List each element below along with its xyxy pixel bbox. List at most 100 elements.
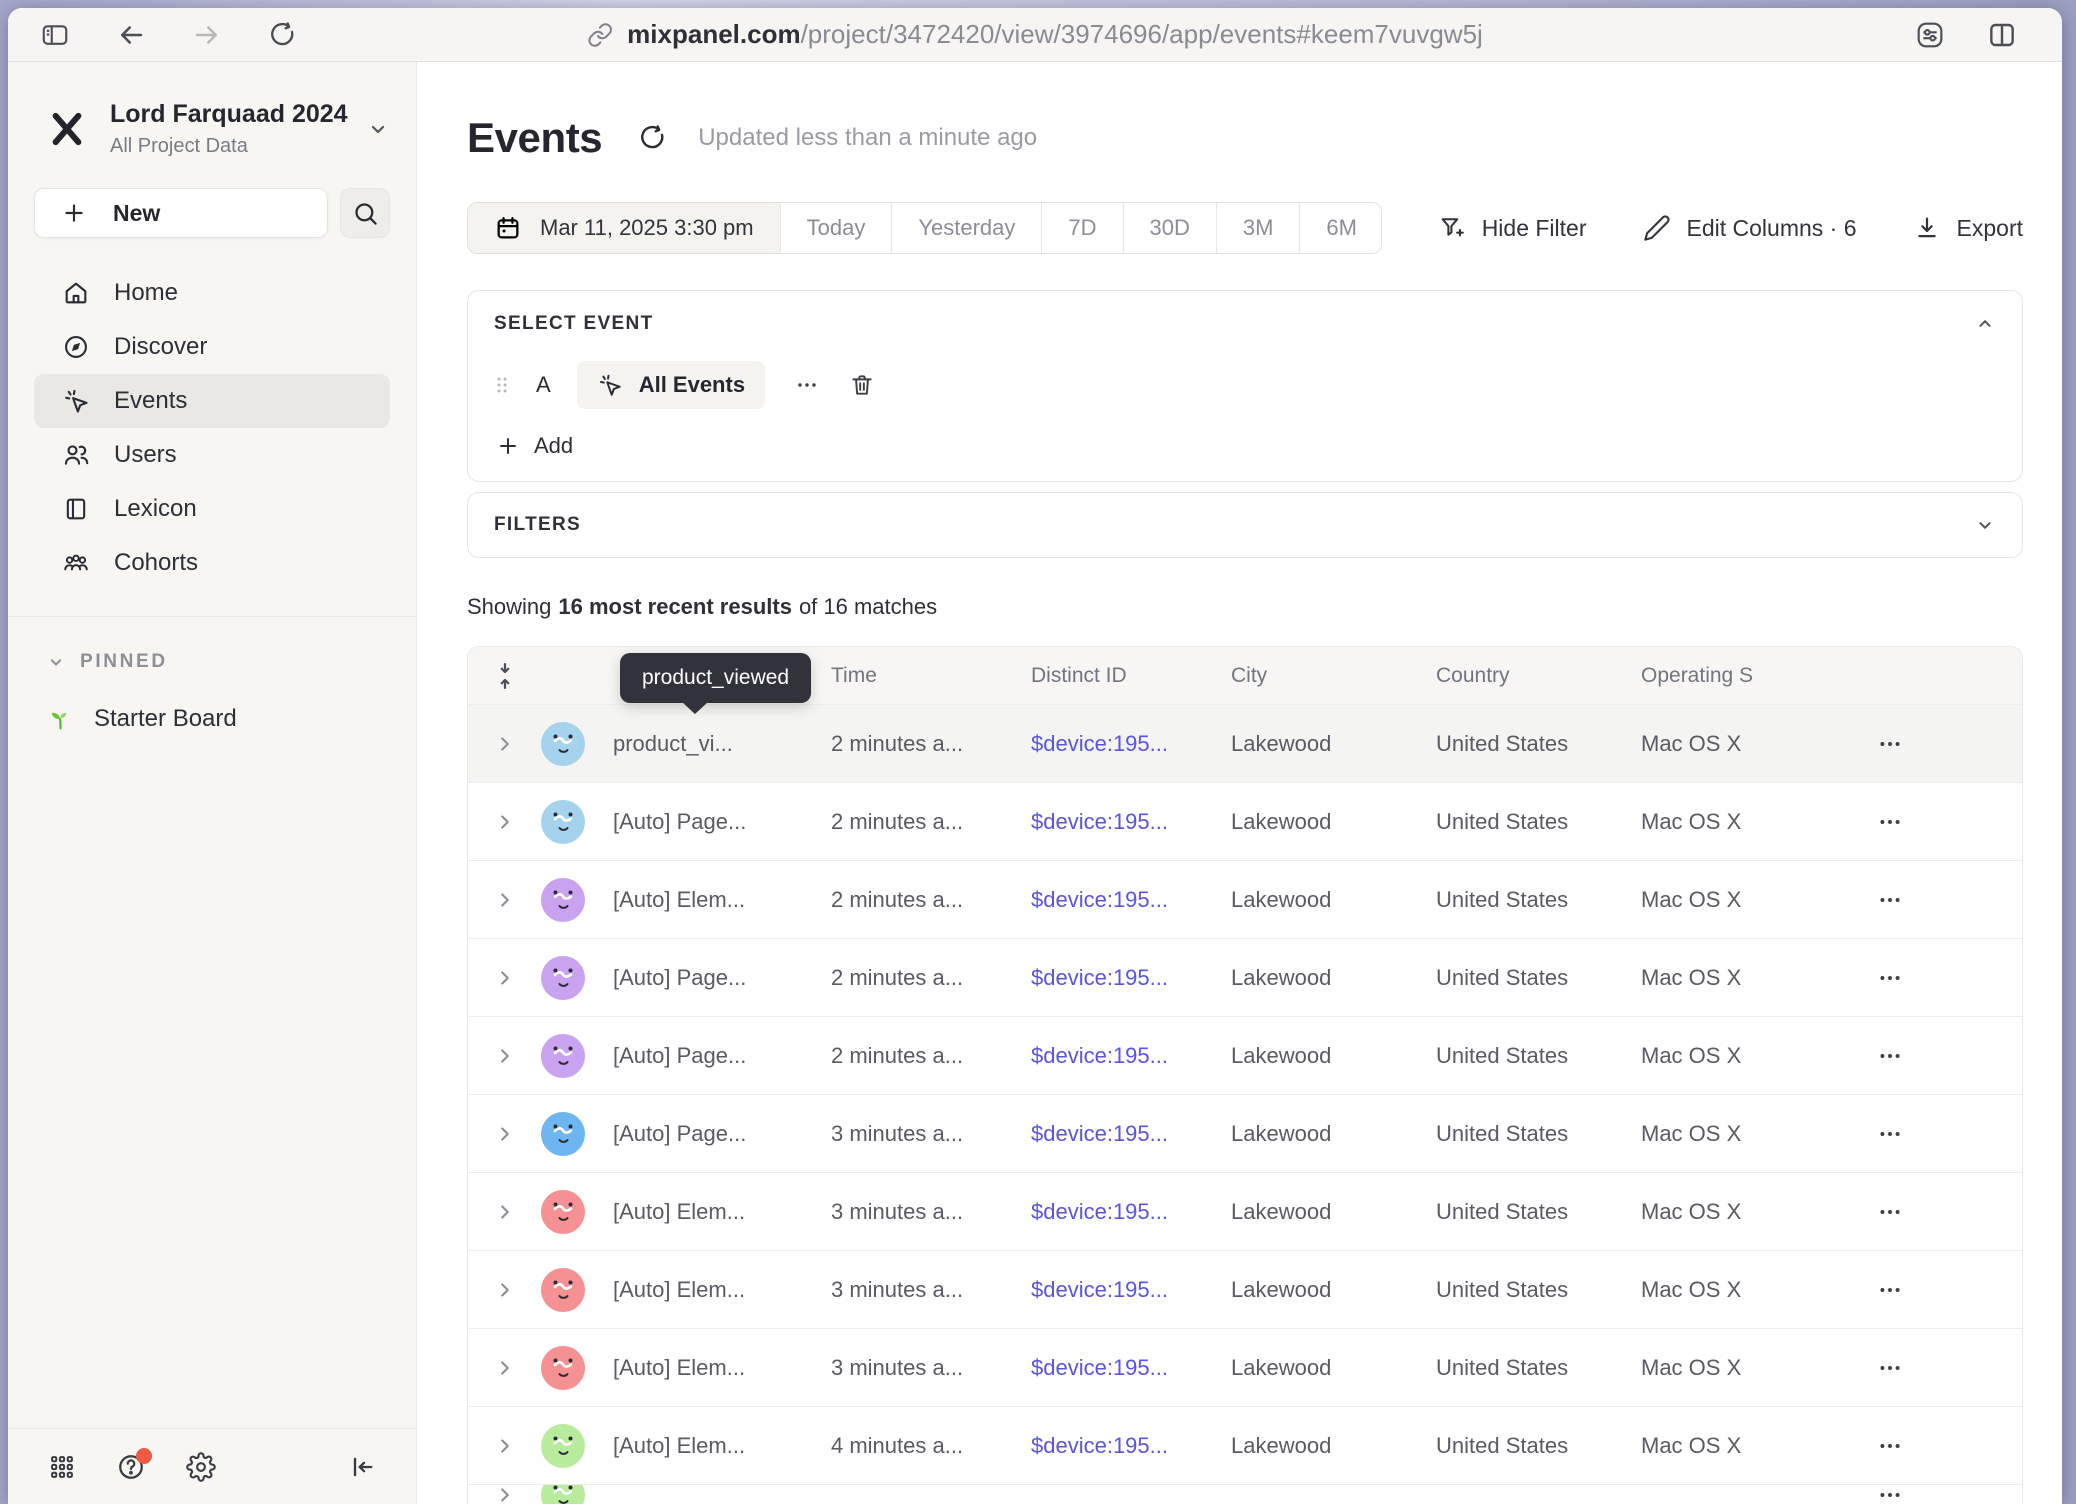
forward-icon[interactable]: [192, 20, 222, 50]
expand-row-icon[interactable]: [468, 889, 541, 911]
sidebar-item-lexicon[interactable]: Lexicon: [34, 482, 390, 536]
expand-row-icon[interactable]: [468, 811, 541, 833]
row-menu-icon[interactable]: [1877, 1121, 1903, 1147]
cell-event-name[interactable]: [Auto] Elem...: [613, 1277, 831, 1303]
split-view-icon[interactable]: [1986, 19, 2018, 51]
cell-event-name[interactable]: [Auto] Elem...: [613, 1199, 831, 1225]
expand-row-icon[interactable]: [468, 967, 541, 989]
row-menu-icon[interactable]: [1877, 1355, 1903, 1381]
period-yesterday[interactable]: Yesterday: [891, 203, 1041, 253]
column-header-country[interactable]: Country: [1436, 664, 1641, 688]
column-header-os[interactable]: Operating S: [1641, 664, 1841, 688]
date-button[interactable]: Mar 11, 2025 3:30 pm: [468, 203, 780, 253]
cell-event-name[interactable]: [Auto] Page...: [613, 809, 831, 835]
table-row[interactable]: [468, 1484, 2022, 1504]
sidebar-item-discover[interactable]: Discover: [34, 320, 390, 374]
expand-row-icon[interactable]: [468, 1357, 541, 1379]
event-selector-chip[interactable]: All Events: [577, 361, 765, 409]
cell-event-name[interactable]: [Auto] Elem...: [613, 1433, 831, 1459]
cell-event-name[interactable]: [Auto] Page...: [613, 1043, 831, 1069]
sidebar-toggle-icon[interactable]: [40, 20, 70, 50]
back-icon[interactable]: [116, 20, 146, 50]
drag-handle-icon[interactable]: [494, 373, 510, 397]
collapse-all-icon[interactable]: [468, 661, 541, 691]
table-row[interactable]: [Auto] Elem... 2 minutes a... $device:19…: [468, 860, 2022, 938]
table-row[interactable]: [Auto] Elem... 3 minutes a... $device:19…: [468, 1328, 2022, 1406]
cell-event-name[interactable]: [Auto] Page...: [613, 1121, 831, 1147]
cell-distinct-id[interactable]: $device:195...: [1031, 1043, 1231, 1069]
row-menu-icon[interactable]: [1877, 887, 1903, 913]
edit-columns-button[interactable]: Edit Columns · 6: [1643, 214, 1857, 242]
gear-icon[interactable]: [186, 1452, 216, 1482]
chevron-up-icon[interactable]: [1974, 313, 1996, 335]
sidebar-item-home[interactable]: Home: [34, 266, 390, 320]
cell-distinct-id[interactable]: $device:195...: [1031, 809, 1231, 835]
cell-distinct-id[interactable]: $device:195...: [1031, 1433, 1231, 1459]
column-header-time[interactable]: Time: [831, 664, 1031, 688]
table-row[interactable]: [Auto] Page... 2 minutes a... $device:19…: [468, 1016, 2022, 1094]
table-row[interactable]: [Auto] Elem... 3 minutes a... $device:19…: [468, 1250, 2022, 1328]
refresh-icon[interactable]: [638, 123, 668, 153]
sidebar-item-events[interactable]: Events: [34, 374, 390, 428]
cell-event-name[interactable]: product_vi...: [613, 731, 831, 757]
column-header-distinct-id[interactable]: Distinct ID: [1031, 664, 1231, 688]
apps-grid-icon[interactable]: [48, 1453, 76, 1481]
cell-distinct-id[interactable]: $device:195...: [1031, 1277, 1231, 1303]
expand-row-icon[interactable]: [468, 1123, 541, 1145]
row-menu-icon[interactable]: [1877, 965, 1903, 991]
period-30d[interactable]: 30D: [1123, 203, 1216, 253]
table-row[interactable]: product_vi... 2 minutes a... $device:195…: [468, 704, 2022, 782]
row-menu-icon[interactable]: [1877, 1277, 1903, 1303]
cell-event-name[interactable]: [Auto] Page...: [613, 965, 831, 991]
table-row[interactable]: [Auto] Page... 2 minutes a... $device:19…: [468, 938, 2022, 1016]
help-icon[interactable]: [116, 1452, 146, 1482]
hide-filter-button[interactable]: Hide Filter: [1438, 214, 1587, 242]
export-button[interactable]: Export: [1913, 214, 2023, 242]
new-button[interactable]: New: [34, 188, 328, 238]
url-bar[interactable]: mixpanel.com/project/3472420/view/397469…: [587, 8, 1483, 61]
sidebar-item-users[interactable]: Users: [34, 428, 390, 482]
expand-row-icon[interactable]: [468, 1045, 541, 1067]
reload-icon[interactable]: [268, 20, 298, 50]
cell-distinct-id[interactable]: $device:195...: [1031, 1199, 1231, 1225]
add-event-button[interactable]: Add: [496, 433, 573, 459]
period-6m[interactable]: 6M: [1299, 203, 1381, 253]
sidebar-item-starter-board[interactable]: Starter Board: [46, 705, 390, 733]
cell-distinct-id[interactable]: $device:195...: [1031, 1121, 1231, 1147]
cell-distinct-id[interactable]: $device:195...: [1031, 731, 1231, 757]
project-switcher[interactable]: Lord Farquaad 2024 All Project Data: [8, 92, 416, 158]
cell-time: 3 minutes a...: [831, 1277, 1031, 1303]
period-today[interactable]: Today: [780, 203, 892, 253]
row-menu-icon[interactable]: [1877, 1043, 1903, 1069]
row-menu-icon[interactable]: [1877, 731, 1903, 757]
cell-distinct-id[interactable]: $device:195...: [1031, 1355, 1231, 1381]
row-menu-icon[interactable]: [1877, 1199, 1903, 1225]
search-button[interactable]: [340, 188, 390, 238]
column-header-city[interactable]: City: [1231, 664, 1436, 688]
page-settings-icon[interactable]: [1914, 19, 1946, 51]
cell-event-name[interactable]: [Auto] Elem...: [613, 1355, 831, 1381]
cell-distinct-id[interactable]: $device:195...: [1031, 887, 1231, 913]
table-row[interactable]: [Auto] Page... 2 minutes a... $device:19…: [468, 782, 2022, 860]
sidebar-item-cohorts[interactable]: Cohorts: [34, 536, 390, 590]
cell-distinct-id[interactable]: $device:195...: [1031, 965, 1231, 991]
row-menu-icon[interactable]: [1877, 1484, 1903, 1504]
table-row[interactable]: [Auto] Page... 3 minutes a... $device:19…: [468, 1094, 2022, 1172]
expand-row-icon[interactable]: [468, 1435, 541, 1457]
cell-event-name[interactable]: [Auto] Elem...: [613, 887, 831, 913]
period-7d[interactable]: 7D: [1041, 203, 1122, 253]
more-options-icon[interactable]: [791, 373, 823, 397]
expand-row-icon[interactable]: [468, 733, 541, 755]
row-menu-icon[interactable]: [1877, 1433, 1903, 1459]
expand-row-icon[interactable]: [468, 1279, 541, 1301]
period-3m[interactable]: 3M: [1216, 203, 1300, 253]
chevron-down-icon[interactable]: [1974, 514, 1996, 536]
expand-row-icon[interactable]: [468, 1201, 541, 1223]
trash-icon[interactable]: [849, 372, 875, 398]
pinned-section-toggle[interactable]: PINNED: [46, 651, 390, 673]
table-row[interactable]: [Auto] Elem... 4 minutes a... $device:19…: [468, 1406, 2022, 1484]
expand-row-icon[interactable]: [468, 1484, 541, 1504]
row-menu-icon[interactable]: [1877, 809, 1903, 835]
collapse-sidebar-icon[interactable]: [348, 1453, 376, 1481]
table-row[interactable]: [Auto] Elem... 3 minutes a... $device:19…: [468, 1172, 2022, 1250]
